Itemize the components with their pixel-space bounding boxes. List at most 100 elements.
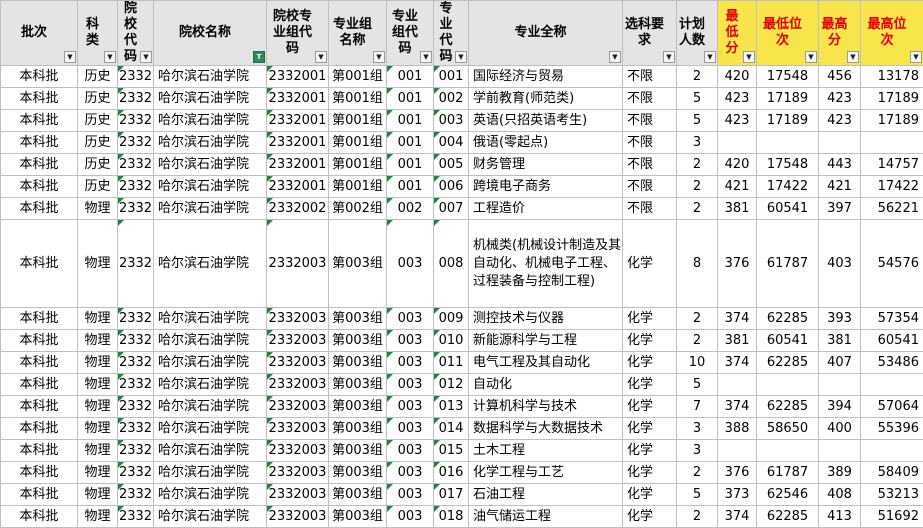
cell-group-name[interactable]: 第003组 — [329, 418, 387, 440]
cell-batch[interactable]: 本科批 — [1, 66, 78, 88]
cell-name[interactable]: 哈尔滨石油学院 — [154, 154, 267, 176]
cell-min-rank[interactable]: 61787 — [757, 220, 819, 308]
cell-max-rank[interactable]: 57354 — [861, 308, 923, 330]
cell-min[interactable] — [718, 132, 757, 154]
cell-code[interactable]: 2332 — [118, 132, 154, 154]
cell-plan[interactable]: 7 — [677, 396, 718, 418]
cell-group-name[interactable]: 第001组 — [329, 110, 387, 132]
cell-group-name[interactable]: 第003组 — [329, 220, 387, 308]
cell-group-name[interactable]: 第001组 — [329, 66, 387, 88]
cell-req[interactable]: 化学 — [623, 484, 677, 506]
cell-major[interactable]: 国际经济与贸易 — [469, 66, 623, 88]
cell-max[interactable] — [819, 132, 861, 154]
cell-max-rank[interactable]: 55396 — [861, 418, 923, 440]
cell-max-rank[interactable]: 58409 — [861, 462, 923, 484]
cell-plan[interactable]: 2 — [677, 176, 718, 198]
cell-plan[interactable]: 2 — [677, 198, 718, 220]
cell-min-rank[interactable]: 17548 — [757, 154, 819, 176]
cell-major[interactable]: 油气储运工程 — [469, 506, 623, 528]
cell-code[interactable]: 2332 — [118, 352, 154, 374]
cell-max-rank[interactable]: 17422 — [861, 176, 923, 198]
cell-major-code[interactable]: 003 — [434, 110, 469, 132]
cell-max[interactable]: 423 — [819, 110, 861, 132]
cell-max-rank[interactable]: 51692 — [861, 506, 923, 528]
cell-gcode[interactable]: 003 — [387, 220, 434, 308]
cell-group-name[interactable]: 第003组 — [329, 308, 387, 330]
cell-req[interactable]: 不限 — [623, 154, 677, 176]
cell-gcode[interactable]: 003 — [387, 440, 434, 462]
cell-major[interactable]: 俄语(零起点) — [469, 132, 623, 154]
cell-gcode[interactable]: 001 — [387, 132, 434, 154]
cell-min-rank[interactable]: 17189 — [757, 110, 819, 132]
cell-major-code[interactable]: 008 — [434, 220, 469, 308]
cell-major[interactable]: 计算机科学与技术 — [469, 396, 623, 418]
cell-gcode[interactable]: 003 — [387, 330, 434, 352]
cell-group-name[interactable]: 第003组 — [329, 484, 387, 506]
cell-plan[interactable]: 2 — [677, 154, 718, 176]
cell-major[interactable]: 电气工程及其自动化 — [469, 352, 623, 374]
cell-req[interactable]: 化学 — [623, 440, 677, 462]
cell-max-rank[interactable]: 53213 — [861, 484, 923, 506]
cell-min[interactable]: 376 — [718, 462, 757, 484]
cell-max[interactable]: 443 — [819, 154, 861, 176]
cell-subject[interactable]: 物理 — [78, 506, 118, 528]
cell-gcode[interactable]: 003 — [387, 352, 434, 374]
cell-req[interactable]: 不限 — [623, 66, 677, 88]
cell-group-code[interactable]: 2332001 — [267, 110, 329, 132]
cell-group-code[interactable]: 2332003 — [267, 462, 329, 484]
cell-group-name[interactable]: 第003组 — [329, 440, 387, 462]
cell-batch[interactable]: 本科批 — [1, 374, 78, 396]
cell-name[interactable]: 哈尔滨石油学院 — [154, 176, 267, 198]
cell-gcode[interactable]: 003 — [387, 396, 434, 418]
cell-plan[interactable]: 8 — [677, 220, 718, 308]
cell-req[interactable]: 化学 — [623, 462, 677, 484]
filter-dropdown-icon[interactable]: ▼ — [704, 51, 716, 63]
filter-active-icon[interactable]: T — [253, 51, 265, 63]
cell-max[interactable]: 394 — [819, 396, 861, 418]
cell-subject[interactable]: 历史 — [78, 176, 118, 198]
cell-major-code[interactable]: 014 — [434, 418, 469, 440]
cell-req[interactable]: 化学 — [623, 220, 677, 308]
cell-min-rank[interactable]: 62285 — [757, 352, 819, 374]
cell-gcode[interactable]: 002 — [387, 198, 434, 220]
cell-min-rank[interactable]: 62285 — [757, 308, 819, 330]
cell-min-rank[interactable]: 17422 — [757, 176, 819, 198]
cell-min-rank[interactable]: 58650 — [757, 418, 819, 440]
cell-group-name[interactable]: 第001组 — [329, 154, 387, 176]
cell-max-rank[interactable]: 17189 — [861, 110, 923, 132]
cell-plan[interactable]: 5 — [677, 110, 718, 132]
cell-major-code[interactable]: 013 — [434, 396, 469, 418]
cell-code[interactable]: 2332 — [118, 396, 154, 418]
filter-dropdown-icon[interactable]: ▼ — [104, 51, 116, 63]
cell-major-code[interactable]: 016 — [434, 462, 469, 484]
cell-major-code[interactable]: 011 — [434, 352, 469, 374]
cell-min[interactable] — [718, 374, 757, 396]
cell-name[interactable]: 哈尔滨石油学院 — [154, 132, 267, 154]
cell-req[interactable]: 化学 — [623, 506, 677, 528]
cell-max[interactable]: 397 — [819, 198, 861, 220]
cell-group-name[interactable]: 第001组 — [329, 176, 387, 198]
cell-subject[interactable]: 物理 — [78, 308, 118, 330]
cell-max-rank[interactable] — [861, 132, 923, 154]
cell-code[interactable]: 2332 — [118, 88, 154, 110]
filter-dropdown-icon[interactable]: ▼ — [140, 51, 152, 63]
cell-code[interactable]: 2332 — [118, 198, 154, 220]
cell-group-code[interactable]: 2332001 — [267, 88, 329, 110]
cell-group-code[interactable]: 2332003 — [267, 352, 329, 374]
filter-dropdown-icon[interactable]: ▼ — [609, 51, 621, 63]
cell-min[interactable]: 420 — [718, 154, 757, 176]
cell-code[interactable]: 2332 — [118, 330, 154, 352]
cell-name[interactable]: 哈尔滨石油学院 — [154, 462, 267, 484]
cell-group-code[interactable]: 2332003 — [267, 484, 329, 506]
cell-name[interactable]: 哈尔滨石油学院 — [154, 440, 267, 462]
cell-max-rank[interactable]: 57064 — [861, 396, 923, 418]
cell-min-rank[interactable]: 60541 — [757, 198, 819, 220]
cell-group-code[interactable]: 2332003 — [267, 220, 329, 308]
cell-major-code[interactable]: 001 — [434, 66, 469, 88]
cell-req[interactable]: 不限 — [623, 176, 677, 198]
cell-min-rank[interactable]: 61787 — [757, 462, 819, 484]
cell-group-name[interactable]: 第001组 — [329, 132, 387, 154]
filter-dropdown-icon[interactable]: ▼ — [373, 51, 385, 63]
cell-plan[interactable]: 3 — [677, 440, 718, 462]
cell-code[interactable]: 2332 — [118, 506, 154, 528]
